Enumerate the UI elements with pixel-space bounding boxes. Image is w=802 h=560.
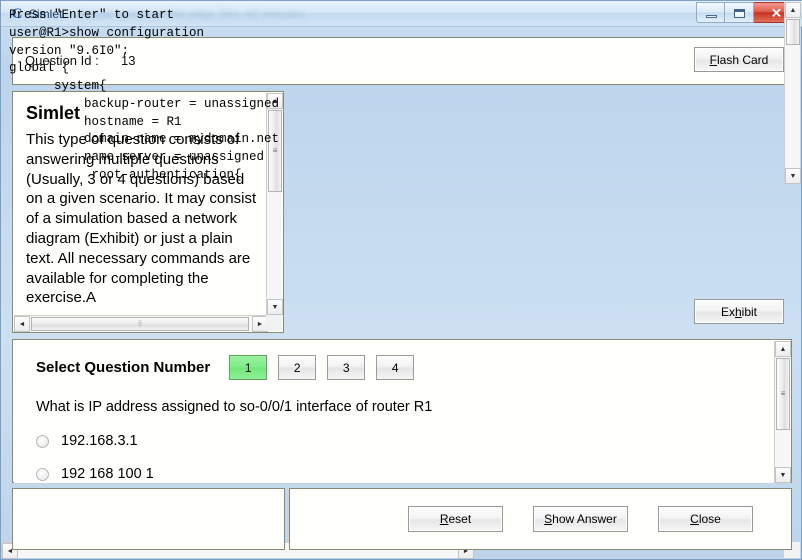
application-window: C Simlet Actual screen at the edge Sim, … <box>0 0 802 560</box>
answer-option-1[interactable]: 192.168.3.1 <box>36 433 138 449</box>
action-button-row: Reset Show Answer Close <box>290 489 791 549</box>
close-label: lose <box>698 512 721 526</box>
question-number-button-4[interactable]: 4 <box>376 355 415 380</box>
answer-option-label: 192 168 100 1 <box>61 466 154 482</box>
simlet-hscroll-thumb[interactable]: ⦙⦙ <box>31 317 249 331</box>
scroll-down-icon[interactable]: ▼ <box>775 467 791 483</box>
scroll-up-icon[interactable]: ▲ <box>775 341 791 357</box>
simlet-horizontal-scrollbar[interactable]: ◄ ⦙⦙ ► <box>14 315 268 332</box>
question-number-button-3[interactable]: 3 <box>327 355 366 380</box>
answer-option-2[interactable]: 192 168 100 1 <box>36 466 154 482</box>
exhibit-label-pre: Ex <box>720 304 735 319</box>
exhibit-mnemonic: h <box>734 304 742 319</box>
answer-option-label: 192.168.3.1 <box>61 433 138 449</box>
flash-card-button[interactable]: Flash Card <box>694 47 784 72</box>
question-scroll-thumb[interactable]: ≡ <box>776 358 790 430</box>
bottom-left-panel <box>12 488 285 550</box>
reset-button[interactable]: Reset <box>408 506 503 532</box>
scroll-left-icon[interactable]: ◄ <box>14 316 30 332</box>
question-scroll-area: Select Question Number 1 2 3 4 What is I… <box>14 341 776 483</box>
maximize-button[interactable] <box>725 2 754 23</box>
show-answer-button[interactable]: Show Answer <box>533 506 628 532</box>
exhibit-label-post: ibit <box>741 304 758 319</box>
question-text: What is IP address assigned to so-0/0/1 … <box>36 399 433 415</box>
question-vertical-scrollbar[interactable]: ▲ ≡ ▼ <box>774 341 791 483</box>
question-number-button-1[interactable]: 1 <box>229 355 268 380</box>
terminal-vertical-scrollbar[interactable]: ▲ ▼ <box>784 2 801 184</box>
bottom-actions-panel: Reset Show Answer Close <box>289 488 792 550</box>
close-mnemonic: C <box>690 512 699 526</box>
minimize-icon <box>706 15 717 18</box>
scroll-grip-icon: ≡ <box>780 389 786 398</box>
terminal-scroll-thumb[interactable] <box>786 19 800 45</box>
minimize-button[interactable] <box>696 2 725 23</box>
flash-card-label: lash Card <box>716 52 769 67</box>
question-panel: Select Question Number 1 2 3 4 What is I… <box>12 339 792 483</box>
exhibit-button[interactable]: Ex h ibit <box>694 299 784 324</box>
scroll-grip-icon: ⦙⦙ <box>138 319 142 328</box>
show-answer-label: how Answer <box>552 512 617 526</box>
maximize-icon <box>734 9 745 18</box>
reset-mnemonic: R <box>439 512 449 526</box>
terminal-output-panel[interactable]: Press "Enter" to start user@R1>show conf… <box>1 1 801 559</box>
scroll-up-icon[interactable]: ▲ <box>785 2 801 18</box>
scroll-down-icon[interactable]: ▼ <box>785 168 801 184</box>
close-button[interactable]: Close <box>658 506 753 532</box>
scrollbar-corner <box>266 315 282 331</box>
radio-button-icon[interactable] <box>36 467 49 481</box>
reset-label: eset <box>448 512 472 526</box>
question-number-button-2[interactable]: 2 <box>278 355 317 380</box>
select-question-number-label: Select Question Number <box>36 359 211 376</box>
show-answer-mnemonic: S <box>544 512 553 526</box>
scroll-down-icon[interactable]: ▼ <box>267 299 283 315</box>
radio-button-icon[interactable] <box>36 434 49 448</box>
flash-card-mnemonic: F <box>709 52 717 67</box>
question-number-selector: Select Question Number 1 2 3 4 <box>36 355 425 380</box>
terminal-text: Press "Enter" to start user@R1>show conf… <box>9 8 280 182</box>
